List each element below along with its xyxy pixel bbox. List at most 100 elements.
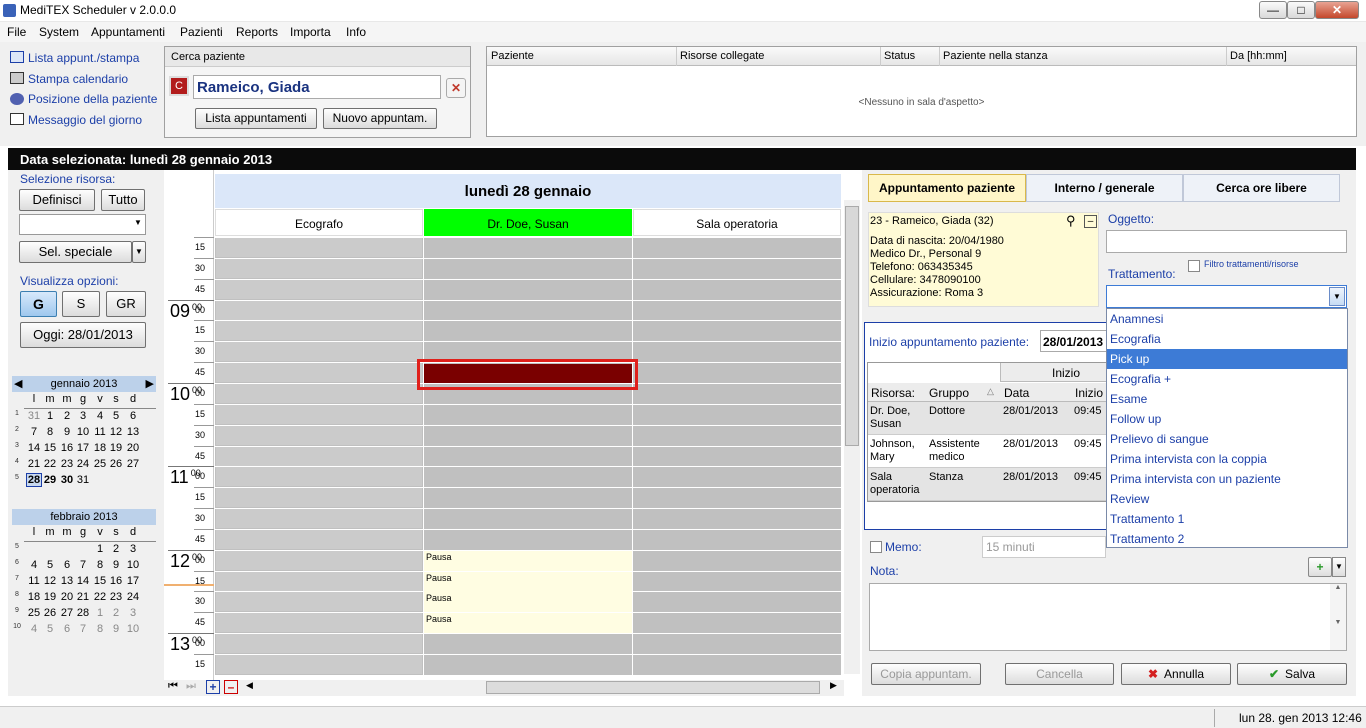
add-note-button[interactable]: + [1308,557,1332,577]
calendar-day[interactable]: 13 [125,426,141,438]
calendar-day[interactable]: 23 [59,458,75,470]
time-slot[interactable] [216,634,422,653]
calendar-day[interactable]: 2 [59,410,75,422]
calendar-day[interactable]: 7 [75,559,91,571]
calendar-day[interactable]: 17 [125,575,141,587]
calendar-day[interactable]: 4 [92,410,108,422]
today-button[interactable]: Oggi: 28/01/2013 [20,322,146,348]
prev-month-icon[interactable]: ◀ [14,376,22,392]
lista-appuntamenti-button[interactable]: Lista appuntamenti [195,108,317,129]
calendar-day[interactable]: 28 [75,607,91,619]
time-slot[interactable] [216,405,422,424]
resource-select[interactable] [19,214,146,235]
tutto-button[interactable]: Tutto [101,189,145,211]
calendar-day[interactable]: 5 [42,623,58,635]
calendar-day[interactable]: 18 [26,591,42,603]
nota-textarea[interactable] [869,583,1347,651]
annulla-button[interactable]: ✖ Annulla [1121,663,1231,685]
calendar-day[interactable]: 11 [26,575,42,587]
calendar-day[interactable]: 8 [92,559,108,571]
time-slot[interactable] [216,551,422,570]
calendar-day[interactable]: 20 [125,442,141,454]
grid-col-risorsa[interactable]: Risorsa: [871,386,915,400]
calendar-day[interactable]: 19 [42,591,58,603]
trattamento-dropdown-icon[interactable]: ▼ [1329,287,1345,306]
time-slot[interactable] [216,488,422,507]
menu-reports[interactable]: Reports [236,25,278,39]
calendar-day[interactable]: 21 [26,458,42,470]
time-slot[interactable] [216,363,422,382]
calendar-day[interactable]: 9 [108,623,124,635]
scroll-right-icon[interactable]: ▶ [830,680,837,691]
link-stampa-calendario[interactable]: Stampa calendario [28,72,128,86]
time-slot[interactable] [216,301,422,320]
pause-block[interactable]: Pausa [424,613,632,633]
time-slot[interactable] [216,384,422,403]
view-gr-button[interactable]: GR [106,291,146,317]
calendar-day[interactable]: 27 [125,458,141,470]
view-g-button[interactable]: G [20,291,57,317]
calendar-day[interactable]: 26 [42,607,58,619]
close-button[interactable]: ✕ [1315,1,1359,19]
time-slot[interactable] [216,655,422,674]
time-slot[interactable] [216,259,422,278]
time-slot[interactable] [216,280,422,299]
clear-patient-icon[interactable]: ✕ [446,78,466,98]
time-slot[interactable] [216,467,422,486]
nuovo-appuntamento-button[interactable]: Nuovo appuntam. [323,108,437,129]
time-slot[interactable] [216,509,422,528]
menu-importa[interactable]: Importa [290,25,331,39]
calendar-day[interactable]: 10 [75,426,91,438]
next-month-icon[interactable]: ▶ [146,376,154,392]
calendar-day[interactable]: 7 [75,623,91,635]
calendar-day[interactable]: 7 [26,426,42,438]
dropdown-option[interactable]: Prima intervista con la coppia [1107,449,1347,469]
pause-block[interactable]: Pausa [424,592,632,612]
calendar-day[interactable]: 25 [92,458,108,470]
dropdown-option[interactable]: Esame [1107,389,1347,409]
calendar-day[interactable]: 24 [125,591,141,603]
menu-appuntamenti[interactable]: Appuntamenti [91,25,165,39]
calendar-day[interactable]: 5 [108,410,124,422]
calendar-day[interactable]: 4 [26,623,42,635]
calendar-day[interactable]: 17 [75,442,91,454]
calendar-day[interactable]: 19 [108,442,124,454]
dropdown-option[interactable]: Follow up [1107,409,1347,429]
chevron-down-icon[interactable]: ▼ [134,218,142,227]
calendar-day[interactable]: 22 [42,458,58,470]
last-page-icon[interactable]: ⏭ [186,680,196,693]
menu-pazienti[interactable]: Pazienti [180,25,223,39]
view-s-button[interactable]: S [62,291,100,317]
calendar-day[interactable]: 2 [108,607,124,619]
maximize-button[interactable]: □ [1287,1,1315,19]
add-icon[interactable]: + [206,680,220,694]
calendar-day[interactable]: 1 [92,607,108,619]
add-note-dropdown[interactable]: ▼ [1332,557,1346,577]
calendar-day[interactable]: 25 [26,607,42,619]
tab-interno-generale[interactable]: Interno / generale [1026,174,1183,202]
calendar-day[interactable]: 24 [75,458,91,470]
time-slot[interactable] [216,613,422,632]
calendar-day[interactable]: 16 [108,575,124,587]
copia-appuntamento-button[interactable]: Copia appuntam. [871,663,981,685]
calendar-day[interactable]: 16 [59,442,75,454]
calendar-day[interactable]: 10 [125,559,141,571]
link-messaggio-giorno[interactable]: Messaggio del giorno [28,113,142,127]
calendar-day[interactable]: 9 [108,559,124,571]
time-slot[interactable] [216,447,422,466]
oggetto-input[interactable] [1106,230,1347,253]
calendar-day[interactable]: 23 [108,591,124,603]
dropdown-option[interactable]: Review [1107,489,1347,509]
dropdown-option[interactable]: Pick up [1107,349,1347,369]
pause-block[interactable]: Pausa [424,551,632,571]
calendar-day[interactable]: 4 [26,559,42,571]
minimize-button[interactable]: — [1259,1,1287,19]
scroll-thumb[interactable] [845,206,859,446]
calendar-day[interactable]: 1 [42,410,58,422]
calendar-day[interactable]: 15 [42,442,58,454]
link-posizione-paziente[interactable]: Posizione della paziente [28,92,157,106]
calendar-day[interactable]: 3 [125,607,141,619]
calendar-day[interactable]: 11 [92,426,108,438]
grid-col-data[interactable]: Data [1004,386,1029,400]
calendar-day[interactable]: 18 [92,442,108,454]
